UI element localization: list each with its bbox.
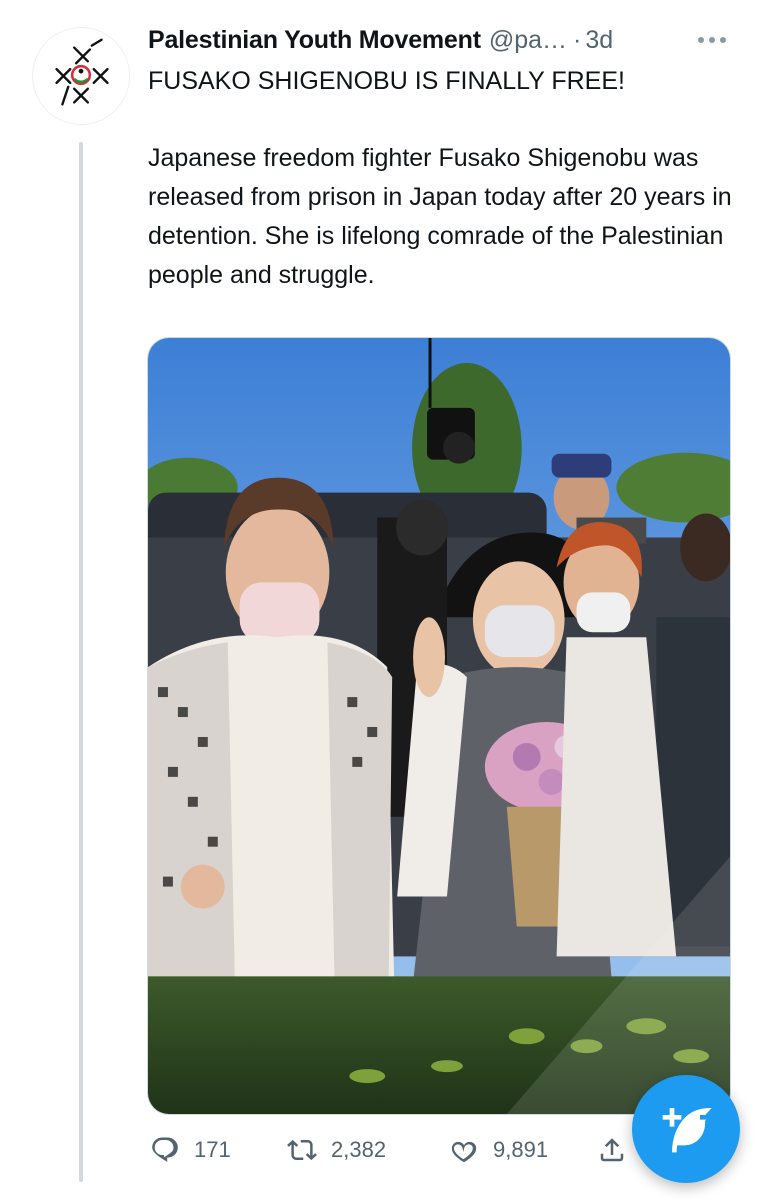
- share-icon: [600, 1138, 624, 1162]
- avatar[interactable]: [32, 27, 130, 125]
- more-options-button[interactable]: [696, 26, 728, 54]
- like-button[interactable]: 9,891: [449, 1128, 548, 1172]
- tweet-screen: Palestinian Youth Movement @pa… · 3d FUS…: [0, 0, 762, 1200]
- more-icon: [698, 37, 726, 43]
- logo-icon: [33, 28, 129, 124]
- thread-line: [79, 142, 83, 1182]
- share-button[interactable]: [597, 1128, 627, 1172]
- reply-count: 171: [194, 1137, 231, 1162]
- compose-tweet-button[interactable]: [632, 1075, 740, 1183]
- reply-button[interactable]: 171: [150, 1128, 231, 1172]
- retweet-count: 2,382: [331, 1137, 387, 1162]
- tweet-header: Palestinian Youth Movement @pa… · 3d: [148, 20, 748, 60]
- timestamp[interactable]: 3d: [585, 26, 613, 55]
- separator-dot: ·: [573, 25, 582, 54]
- heart-icon: [451, 1141, 477, 1163]
- tweet-body: Japanese freedom fighter Fusako Shigenob…: [148, 144, 732, 289]
- tweet-photo[interactable]: [147, 337, 731, 1115]
- reply-icon: [152, 1137, 178, 1162]
- tweet-headline: FUSAKO SHIGENOBU IS FINALLY FREE!: [148, 67, 625, 95]
- retweet-icon: [287, 1139, 317, 1161]
- photo-image: [148, 338, 730, 1114]
- retweet-button[interactable]: 2,382: [287, 1128, 386, 1172]
- tweet-text: FUSAKO SHIGENOBU IS FINALLY FREE! Japane…: [148, 62, 738, 295]
- like-count: 9,891: [493, 1137, 549, 1162]
- author-display-name[interactable]: Palestinian Youth Movement: [148, 26, 481, 55]
- compose-tweet-icon: [662, 1107, 712, 1153]
- author-handle[interactable]: @pa…: [489, 26, 567, 55]
